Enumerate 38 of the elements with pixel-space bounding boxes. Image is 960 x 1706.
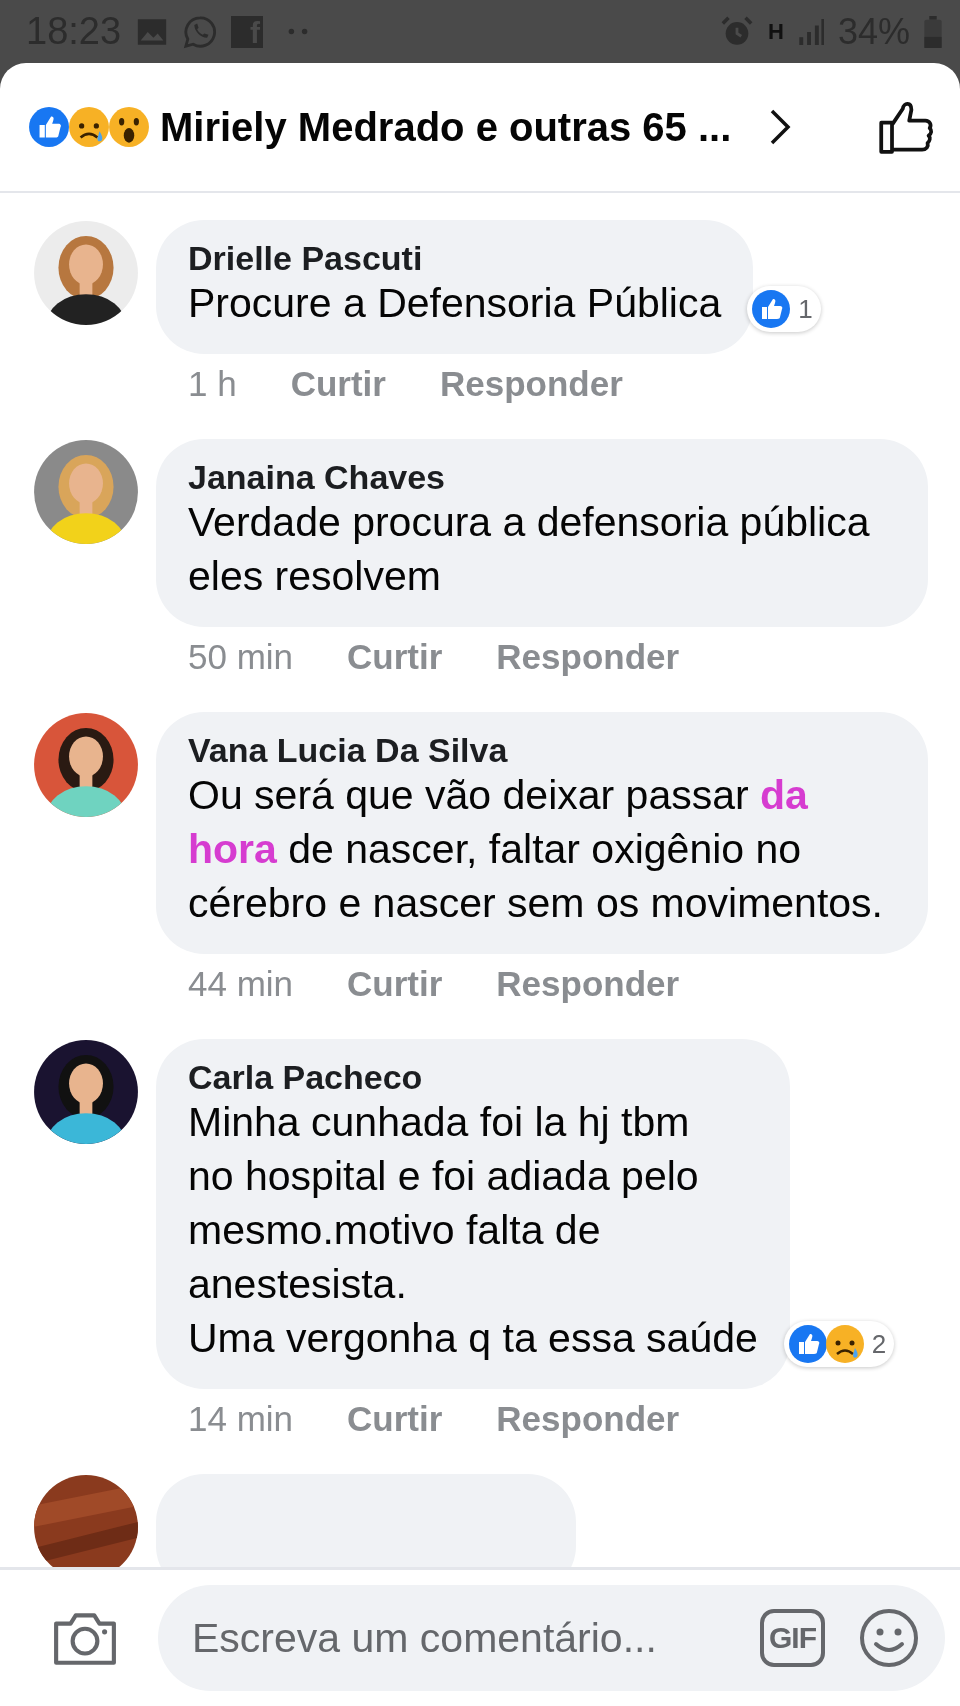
battery-icon (924, 15, 942, 48)
comment-time: 44 min (188, 964, 294, 1004)
reactions-summary-link[interactable]: Miriely Medrado e outras 65 ... (160, 104, 732, 150)
comment-author[interactable]: Janaina Chaves (188, 459, 446, 495)
like-reaction-icon (751, 289, 792, 329)
thumbs-up-icon[interactable] (878, 99, 934, 155)
gif-button[interactable]: GIF (760, 1609, 825, 1667)
chat-bubble-icon (183, 14, 218, 49)
reply-link[interactable]: Responder (496, 637, 680, 677)
like-reaction-icon (787, 1324, 828, 1364)
sad-face-icon (68, 106, 110, 148)
sad-face-icon (824, 1324, 865, 1364)
comment-text: Verdade procura a defensoria pública eles resolvem (188, 498, 871, 601)
comment-time: 1 h (188, 364, 237, 404)
like-link[interactable]: Curtir (290, 364, 386, 404)
like-link[interactable]: Curtir (347, 637, 443, 677)
comment-text: Procure a Defensoria Pública (188, 279, 722, 328)
comment-input-field[interactable]: Escreva um comentário... GIF (158, 1585, 945, 1691)
reaction-count-badge[interactable]: 1 (747, 286, 821, 332)
comment-text: Ou será que vão deixar passar da hora de nascer, faltar oxigênio no cérebro e nascer sem os movimentos. (188, 771, 884, 928)
reply-link[interactable]: Responder (496, 964, 680, 1004)
reply-link[interactable]: Responder (496, 1399, 680, 1439)
like-link[interactable]: Curtir (347, 1399, 443, 1439)
comment-time: 14 min (188, 1399, 294, 1439)
reply-link[interactable]: Responder (439, 364, 623, 404)
surprised-face-icon (108, 106, 150, 148)
emoji-icon[interactable] (859, 1608, 919, 1668)
like-reaction-icon (28, 106, 70, 148)
comment-author[interactable]: Carla Pacheco (188, 1059, 423, 1095)
more-notifications-icon (287, 27, 310, 36)
signal-icon (797, 18, 824, 45)
comment-text: Minha cunhada foi la hj tbm no hospital e foi adiada pelo mesmo.motivo falta de anestesista. Uma vergonha q ta essa saúde (188, 1098, 758, 1363)
network-type: H (768, 18, 784, 45)
comment-time: 50 min (188, 637, 294, 677)
like-link[interactable]: Curtir (347, 964, 443, 1004)
comment-author[interactable]: Drielle Pascuti (188, 240, 423, 276)
comment-author[interactable]: Vana Lucia Da Silva (188, 732, 508, 768)
reaction-count-badge[interactable]: 2 (783, 1321, 895, 1367)
